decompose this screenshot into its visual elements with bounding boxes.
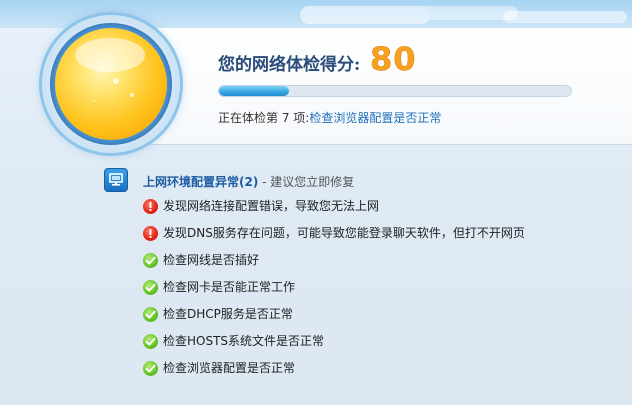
check-item-text: 检查网卡是否能正常工作 <box>163 280 296 294</box>
check-icon <box>143 361 158 376</box>
section-title-main[interactable]: 上网环境配置异常(2) <box>143 175 258 189</box>
section-title: 上网环境配置异常(2) - 建议您立即修复 <box>143 173 354 190</box>
computer-monitor-icon <box>104 168 128 192</box>
check-icon <box>143 307 158 322</box>
status-line: 正在体检第 7 项:检查浏览器配置是否正常 <box>218 109 441 126</box>
check-item-text: 检查HOSTS系统文件是否正常 <box>163 334 325 348</box>
status-current-check-link[interactable]: 检查浏览器配置是否正常 <box>309 111 441 125</box>
check-item-text: 检查DHCP服务是否正常 <box>163 307 293 321</box>
check-icon <box>143 334 158 349</box>
check-icon <box>143 280 158 295</box>
check-item-text: 检查网线是否插好 <box>163 253 260 267</box>
header-panel: 您的网络体检得分: 80 正在体检第 7 项:检查浏览器配置是否正常 <box>130 28 632 145</box>
section-suggestion: - 建议您立即修复 <box>262 175 355 189</box>
error-exclamation-icon <box>143 199 158 214</box>
orb-ring <box>50 23 172 145</box>
progress-fill <box>219 86 290 96</box>
check-item-text: 发现网络连接配置错误，导致您无法上网 <box>163 199 380 213</box>
status-prefix: 正在体检第 7 项: <box>218 111 310 125</box>
score-value: 80 <box>370 40 417 79</box>
progress-bar <box>218 85 572 97</box>
check-item-text: 检查浏览器配置是否正常 <box>163 361 296 375</box>
check-item-text: 发现DNS服务存在问题，可能导致您能登录聊天软件，但打不开网页 <box>163 226 525 240</box>
error-exclamation-icon <box>143 226 158 241</box>
score-orb <box>42 15 180 153</box>
orb-sphere <box>55 28 167 140</box>
score-title: 您的网络体检得分: <box>218 55 361 75</box>
check-icon <box>143 253 158 268</box>
